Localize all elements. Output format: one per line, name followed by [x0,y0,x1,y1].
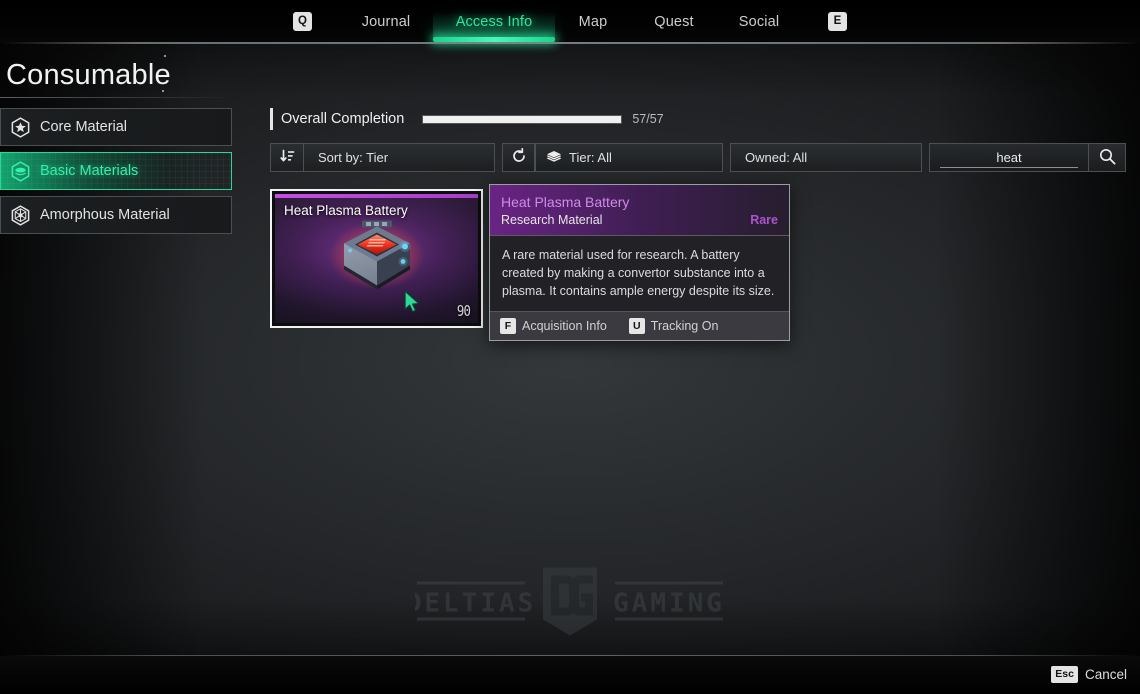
bottom-action-bar [0,656,1140,694]
nav-tab-journal[interactable]: Journal [338,0,434,43]
search-icon [1099,148,1116,168]
item-rarity-bar [275,194,478,198]
tooltip-action-label: Tracking On [650,319,719,333]
title-dot-decoration [162,90,164,92]
key-badge-f: F [500,318,516,334]
owned-filter-label: Owned: All [745,150,808,165]
hex-star-icon [10,116,31,138]
owned-filter-dropdown[interactable]: Owned: All [730,143,922,172]
nav-tab-access-info[interactable]: Access Info [433,0,555,43]
tooltip-description: A rare material used for research. A bat… [490,236,789,311]
tooltip-action-tracking-on[interactable]: U Tracking On [628,318,719,334]
sort-direction-button[interactable] [270,143,303,172]
tooltip-subtitle: Research Material [501,213,603,227]
sidebar-item-label: Core Material [40,119,128,135]
search-input-value: heat [996,150,1022,165]
hex-layers-icon [10,160,31,182]
nav-tab-label: Social [738,13,780,30]
refresh-icon [511,147,527,167]
item-card-heat-plasma-battery[interactable]: Heat Plasma Battery 90 [270,189,483,328]
completion-accent-bar [270,108,273,130]
page-title: Consumable [6,59,171,91]
top-navigation-bar: Q Journal Access Info Map Quest Social E [0,0,1140,43]
nav-tab-social[interactable]: Social [716,0,802,43]
tooltip-action-acquisition-info[interactable]: F Acquisition Info [500,318,607,334]
tier-filter-dropdown[interactable]: Tier: All [535,143,723,172]
tooltip-header: Heat Plasma Battery Research Material Ra… [490,185,789,236]
sidebar-item-label: Basic Materials [40,163,139,179]
sort-by-dropdown[interactable]: Sort by: Tier [303,143,495,172]
cancel-label: Cancel [1084,667,1127,682]
search-input-underline [940,167,1078,168]
watermark-right-text: GAMING [613,589,725,619]
watermark-left-text: DELTIAS [415,589,536,619]
category-sidebar: Core Material Basic Materials Amorphous Ma… [0,108,232,240]
deltias-gaming-watermark: DELTIAS GAMING [406,566,725,643]
nav-tab-label: Access Info [455,13,533,30]
topnav-divider [0,42,1140,44]
completion-progress-fill [423,115,622,123]
tooltip-action-label: Acquisition Info [522,319,607,333]
next-tab-key-badge[interactable]: E [828,12,847,31]
completion-label: Overall Completion [281,111,405,127]
title-dot-decoration [164,55,166,57]
nav-tab-label: Journal [361,13,411,30]
sidebar-item-label: Amorphous Material [40,207,170,223]
nav-tab-label: Quest [654,13,694,30]
tier-filter-label: Tier: All [569,150,612,165]
sort-descending-icon [279,149,295,167]
dg-monogram-icon [543,567,597,636]
esc-key-badge: Esc [1051,666,1078,683]
page-title-underline [0,97,232,98]
tooltip-rarity: Rare [750,213,778,227]
sidebar-item-core-material[interactable]: Core Material [0,108,232,146]
nav-tab-label: Map [578,13,608,30]
key-badge-u: U [628,318,645,334]
cursor-arrow-icon [403,290,423,319]
content-area: Overall Completion 57/57 Sort by: Tier T… [270,104,1126,172]
completion-progress-bar [422,114,623,124]
cancel-action[interactable]: Esc Cancel [1051,666,1127,683]
prev-tab-key-badge[interactable]: Q [293,12,312,31]
hex-web-icon [10,204,31,226]
search-input[interactable]: heat [929,143,1089,172]
item-tooltip-panel: Heat Plasma Battery Research Material Ra… [489,184,790,341]
sidebar-item-amorphous-material[interactable]: Amorphous Material [0,196,232,234]
filter-toolbar: Sort by: Tier Tier: All Owned: All heat [270,143,1126,172]
completion-count: 57/57 [632,112,664,126]
item-card-count: 90 [456,302,471,320]
reset-filters-button[interactable] [502,143,535,172]
tooltip-action-bar: F Acquisition Info U Tracking On [490,311,789,340]
nav-tab-quest[interactable]: Quest [632,0,716,43]
overall-completion-row: Overall Completion 57/57 [270,104,1126,134]
layers-icon [546,150,562,165]
tooltip-title: Heat Plasma Battery [501,194,630,210]
search-button[interactable] [1089,143,1126,172]
sort-by-label: Sort by: Tier [318,150,389,165]
nav-tab-map[interactable]: Map [554,0,632,43]
item-card-name: Heat Plasma Battery [284,203,408,218]
sidebar-item-basic-materials[interactable]: Basic Materials [0,152,232,190]
